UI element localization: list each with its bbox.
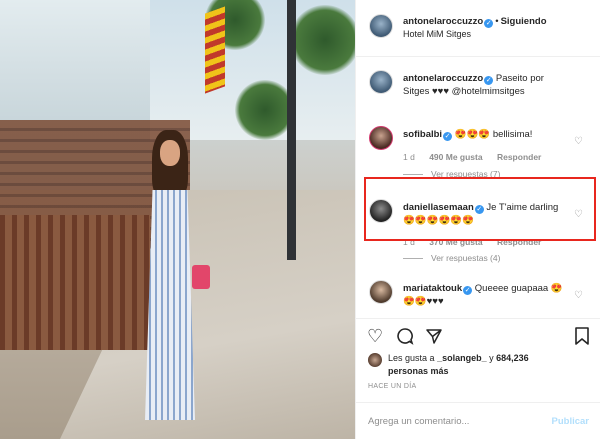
comment-username[interactable]: sofibalbi bbox=[403, 129, 442, 140]
liker-avatar[interactable] bbox=[368, 353, 382, 367]
post-sidebar: antonelaroccuzzo ✓ • Siguiendo Hotel MiM Si… bbox=[355, 0, 600, 439]
caption: antonelaroccuzzo ✓ Paseito por Sitges ♥♥♥… bbox=[356, 70, 600, 110]
location-link[interactable]: Hotel MiM Sitges bbox=[403, 28, 547, 41]
comment-icon[interactable] bbox=[396, 327, 414, 348]
photo-pole bbox=[287, 0, 296, 260]
comment-heart-icon[interactable]: ♡ bbox=[574, 136, 583, 147]
follow-status-button[interactable]: Siguiendo bbox=[501, 16, 547, 27]
comment-age: 1 d bbox=[403, 152, 415, 162]
photo-person-face bbox=[160, 140, 180, 166]
commenter-avatar[interactable] bbox=[369, 280, 393, 304]
commenter-avatar[interactable] bbox=[369, 126, 393, 150]
comment-username[interactable]: mariataktouk bbox=[403, 283, 462, 294]
author-avatar[interactable] bbox=[369, 70, 393, 94]
photo-palm bbox=[235, 80, 295, 140]
comment-text: 😍😍😍 bellisima! bbox=[454, 129, 533, 140]
author-username[interactable]: antonelaroccuzzo bbox=[403, 16, 483, 27]
likes-summary-text: Les gusta a _solangeb_ y 684,236 persona… bbox=[388, 352, 538, 378]
caption-body: antonelaroccuzzo ✓ Paseito por Sitges ♥♥♥… bbox=[403, 72, 568, 98]
bookmark-icon[interactable] bbox=[574, 327, 590, 348]
view-replies-label: Ver respuestas (4) bbox=[431, 253, 501, 263]
verified-badge-icon: ✓ bbox=[484, 76, 494, 85]
photo-person bbox=[140, 130, 210, 435]
post-photo[interactable] bbox=[0, 0, 355, 439]
verified-badge-icon: ✓ bbox=[484, 19, 494, 28]
comment-likes[interactable]: 490 Me gusta bbox=[429, 152, 482, 162]
verified-badge-icon: ✓ bbox=[443, 132, 453, 141]
separator-dot: • bbox=[495, 16, 499, 27]
verified-badge-icon: ✓ bbox=[463, 286, 473, 295]
author-avatar[interactable] bbox=[369, 14, 393, 38]
header-text: antonelaroccuzzo ✓ • Siguiendo Hotel MiM Si… bbox=[403, 15, 547, 41]
photo-fence bbox=[0, 215, 150, 350]
comment-body: mariataktouk ✓ Queeee guapaaa 😍😍😍♥♥♥ bbox=[403, 282, 568, 308]
comment-username[interactable]: antonelaroccuzzo bbox=[403, 73, 483, 84]
likes-summary: Les gusta a _solangeb_ y 684,236 persona… bbox=[368, 352, 538, 378]
likes-prefix: Les gusta a bbox=[388, 353, 435, 363]
photo-palm bbox=[290, 5, 355, 75]
photo-person-outfit bbox=[145, 190, 195, 420]
comment-body: sofibalbi ✓ 😍😍😍 bellisima! bbox=[403, 128, 568, 141]
post-timestamp[interactable]: HACE UN DÍA bbox=[368, 383, 416, 390]
photo-flag bbox=[205, 6, 225, 94]
liker-username[interactable]: _solangeb_ bbox=[437, 353, 487, 363]
replies-line bbox=[403, 174, 423, 176]
photo-person-bag bbox=[192, 265, 210, 289]
share-icon[interactable] bbox=[425, 327, 443, 348]
comment-item: mariataktouk ✓ Queeee guapaaa 😍😍😍♥♥♥ ♡ bbox=[356, 280, 600, 315]
comments-list: antonelaroccuzzo ✓ Paseito por Sitges ♥♥♥… bbox=[356, 58, 600, 318]
reply-button[interactable]: Responder bbox=[497, 152, 541, 162]
highlight-box bbox=[364, 177, 596, 241]
post-actions: ♡ Les gusta a _solangeb_ y 684,236 perso… bbox=[356, 318, 600, 408]
publish-button[interactable]: Publicar bbox=[552, 416, 590, 427]
comment-heart-icon[interactable]: ♡ bbox=[574, 290, 583, 301]
post-header: antonelaroccuzzo ✓ • Siguiendo Hotel MiM Si… bbox=[356, 0, 600, 57]
replies-line bbox=[403, 258, 423, 260]
likes-connector: y bbox=[489, 353, 494, 363]
view-replies[interactable]: Ver respuestas (4) bbox=[403, 253, 500, 263]
heart-icon[interactable]: ♡ bbox=[367, 327, 383, 345]
comment-input[interactable]: Agrega un comentario... bbox=[368, 416, 469, 427]
add-comment-bar: Agrega un comentario... Publicar bbox=[356, 402, 600, 439]
comment-meta: 1 d 490 Me gusta Responder bbox=[403, 152, 553, 162]
comment-item: sofibalbi ✓ 😍😍😍 bellisima! ♡ 1 d 490 Me g… bbox=[356, 126, 600, 181]
